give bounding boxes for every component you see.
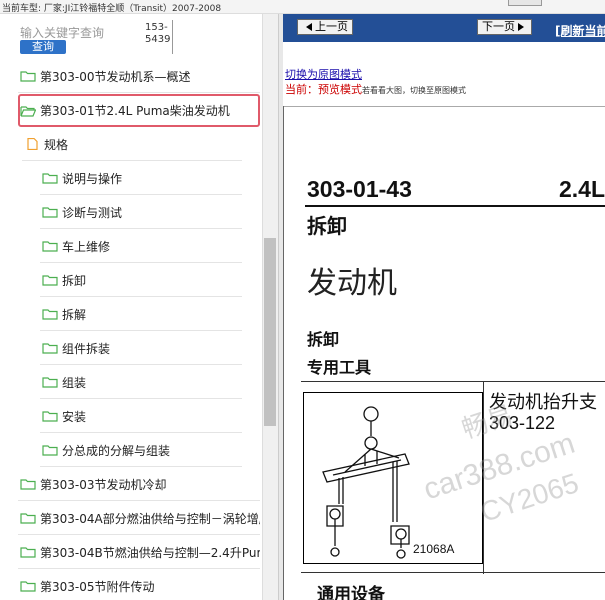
document-content: 303-01-43 2.4L 拆卸 发动机 拆卸 专用工具 21068A 发动机… (283, 106, 605, 600)
section-rule (305, 205, 605, 207)
folder-icon (42, 377, 58, 388)
prev-page-label: 上一页 (315, 20, 348, 33)
folder-icon (42, 343, 58, 354)
tree-item-label: 第303-05节附件传动 (40, 579, 155, 594)
folder-icon (42, 411, 58, 422)
tree-item-303-04b[interactable]: 第303-04B节燃油供给与控制—2.4升Puma柴油 (18, 536, 260, 569)
folder-icon (42, 309, 58, 320)
folder-icon (42, 207, 58, 218)
folder-icon (20, 71, 36, 82)
current-mode-prefix: 当前： (285, 83, 318, 96)
tree-item-label: 分总成的分解与组装 (62, 443, 171, 458)
folder-icon (20, 581, 36, 592)
search-number-line1: 153- (145, 22, 168, 33)
tree-item-removal[interactable]: 拆卸 (40, 264, 242, 297)
search-divider (172, 20, 173, 54)
tree-item-assembly[interactable]: 组装 (40, 366, 242, 399)
tree-item-label: 组装 (62, 375, 87, 390)
document-icon (27, 138, 38, 150)
subheading-removal: 拆卸 (307, 330, 340, 349)
right-content-panel: 上一页 下一页 [刷新当前 切换为原图模式 当前：预览模式若看看大图，切换至原图… (283, 14, 605, 600)
search-button[interactable]: 查询 (20, 40, 66, 54)
figure-label: 21068A (413, 542, 455, 556)
next-page-button[interactable]: 下一页 (477, 19, 532, 35)
tree-item-label: 拆解 (62, 307, 87, 322)
tree-item-label: 规格 (44, 137, 69, 152)
tree-item-label: 第303-03节发动机冷却 (40, 477, 167, 492)
section-code: 303-01-43 (307, 176, 412, 202)
tree-item-303-03[interactable]: 第303-03节发动机冷却 (18, 468, 260, 501)
prev-page-button[interactable]: 上一页 (297, 19, 353, 35)
page-heading: 发动机 (307, 266, 397, 301)
tree-item-303-04a[interactable]: 第303-04A部分燃油供给与控制－涡轮增压 (18, 502, 260, 535)
current-mode-value: 预览模式 (318, 83, 362, 96)
next-page-label: 下一页 (482, 20, 515, 33)
subheading-special-tools: 专用工具 (307, 358, 372, 377)
tree-item-label: 第303-00节发动机系—概述 (40, 69, 191, 84)
tree-item-label: 说明与操作 (62, 171, 123, 186)
car-model-info: 当前车型: 厂家:JI江铃福特全顺（Transit）2007-2008 (2, 4, 222, 14)
current-mode-line: 当前：预览模式若看看大图，切换至原图模式 (285, 81, 466, 97)
tree-item-installation[interactable]: 安装 (40, 400, 242, 433)
tree-item-disassembly[interactable]: 拆解 (40, 298, 242, 331)
top-info-bar: 当前车型: 厂家:JI江铃福特全顺（Transit）2007-2008 (0, 0, 605, 14)
tree-item-303-05[interactable]: 第303-05节附件传动 (18, 570, 260, 600)
folder-icon (42, 173, 58, 184)
tree-item-label: 车上维修 (62, 239, 111, 254)
tree-item-label: 组件拆装 (62, 341, 111, 356)
subheading-general-equipment: 通用设备 (317, 585, 385, 600)
folder-icon (20, 479, 36, 490)
folder-icon (42, 241, 58, 252)
tree-item-specs[interactable]: 规格 (22, 128, 242, 161)
tree-item-label: 第303-01节2.4L Puma柴油发动机 (40, 104, 230, 118)
folder-icon (20, 547, 36, 558)
folder-icon (42, 275, 58, 286)
tree-item-303-00[interactable]: 第303-00节发动机系—概述 (18, 60, 260, 93)
switch-mode-link[interactable]: 切换为原图模式 (285, 66, 362, 82)
section-engine: 2.4L (559, 176, 605, 202)
tool-table-top-rule (301, 381, 605, 382)
tree-item-label: 第303-04A部分燃油供给与控制－涡轮增压 (40, 511, 260, 526)
left-tree-panel: 输入关键字查询 查询 153- 5439 第303-00节发动机系—概述 第30… (0, 14, 262, 600)
arrow-left-icon (306, 23, 312, 31)
tree-item-303-01[interactable]: 第303-01节2.4L Puma柴油发动机 (18, 94, 260, 127)
folder-open-icon (20, 105, 36, 117)
search-number-line2: 5439 (145, 34, 171, 45)
tree-item-subassembly[interactable]: 分总成的分解与组装 (40, 434, 242, 467)
folder-icon (20, 513, 36, 524)
tree-item-label: 诊断与测试 (62, 205, 123, 220)
tree-item-label: 拆卸 (62, 273, 87, 288)
search-number: 153- 5439 (145, 22, 173, 46)
folder-icon (42, 445, 58, 456)
current-mode-hint: 若看看大图，切换至原图模式 (362, 86, 466, 95)
tree-item-component-service[interactable]: 组件拆装 (40, 332, 242, 365)
tool-table-bottom-rule (301, 572, 605, 573)
arrow-right-icon (518, 23, 524, 31)
section-title: 拆卸 (307, 214, 347, 238)
tree-item-label: 第303-04B节燃油供给与控制—2.4升Puma柴油 (40, 545, 260, 560)
app-window: 当前车型: 厂家:JI江铃福特全顺（Transit）2007-2008 输入关键… (0, 0, 605, 600)
tree-item-in-vehicle-repair[interactable]: 车上维修 (40, 230, 242, 263)
refresh-link[interactable]: [刷新当前 (555, 22, 605, 39)
tree-item-label: 安装 (62, 409, 87, 424)
tree-scrollbar-thumb[interactable] (264, 238, 276, 426)
tree-item-diagnosis[interactable]: 诊断与测试 (40, 196, 242, 229)
page-nav-bar: 上一页 下一页 [刷新当前 (283, 14, 605, 42)
top-button[interactable] (508, 0, 542, 6)
tree-item-description[interactable]: 说明与操作 (40, 162, 242, 195)
